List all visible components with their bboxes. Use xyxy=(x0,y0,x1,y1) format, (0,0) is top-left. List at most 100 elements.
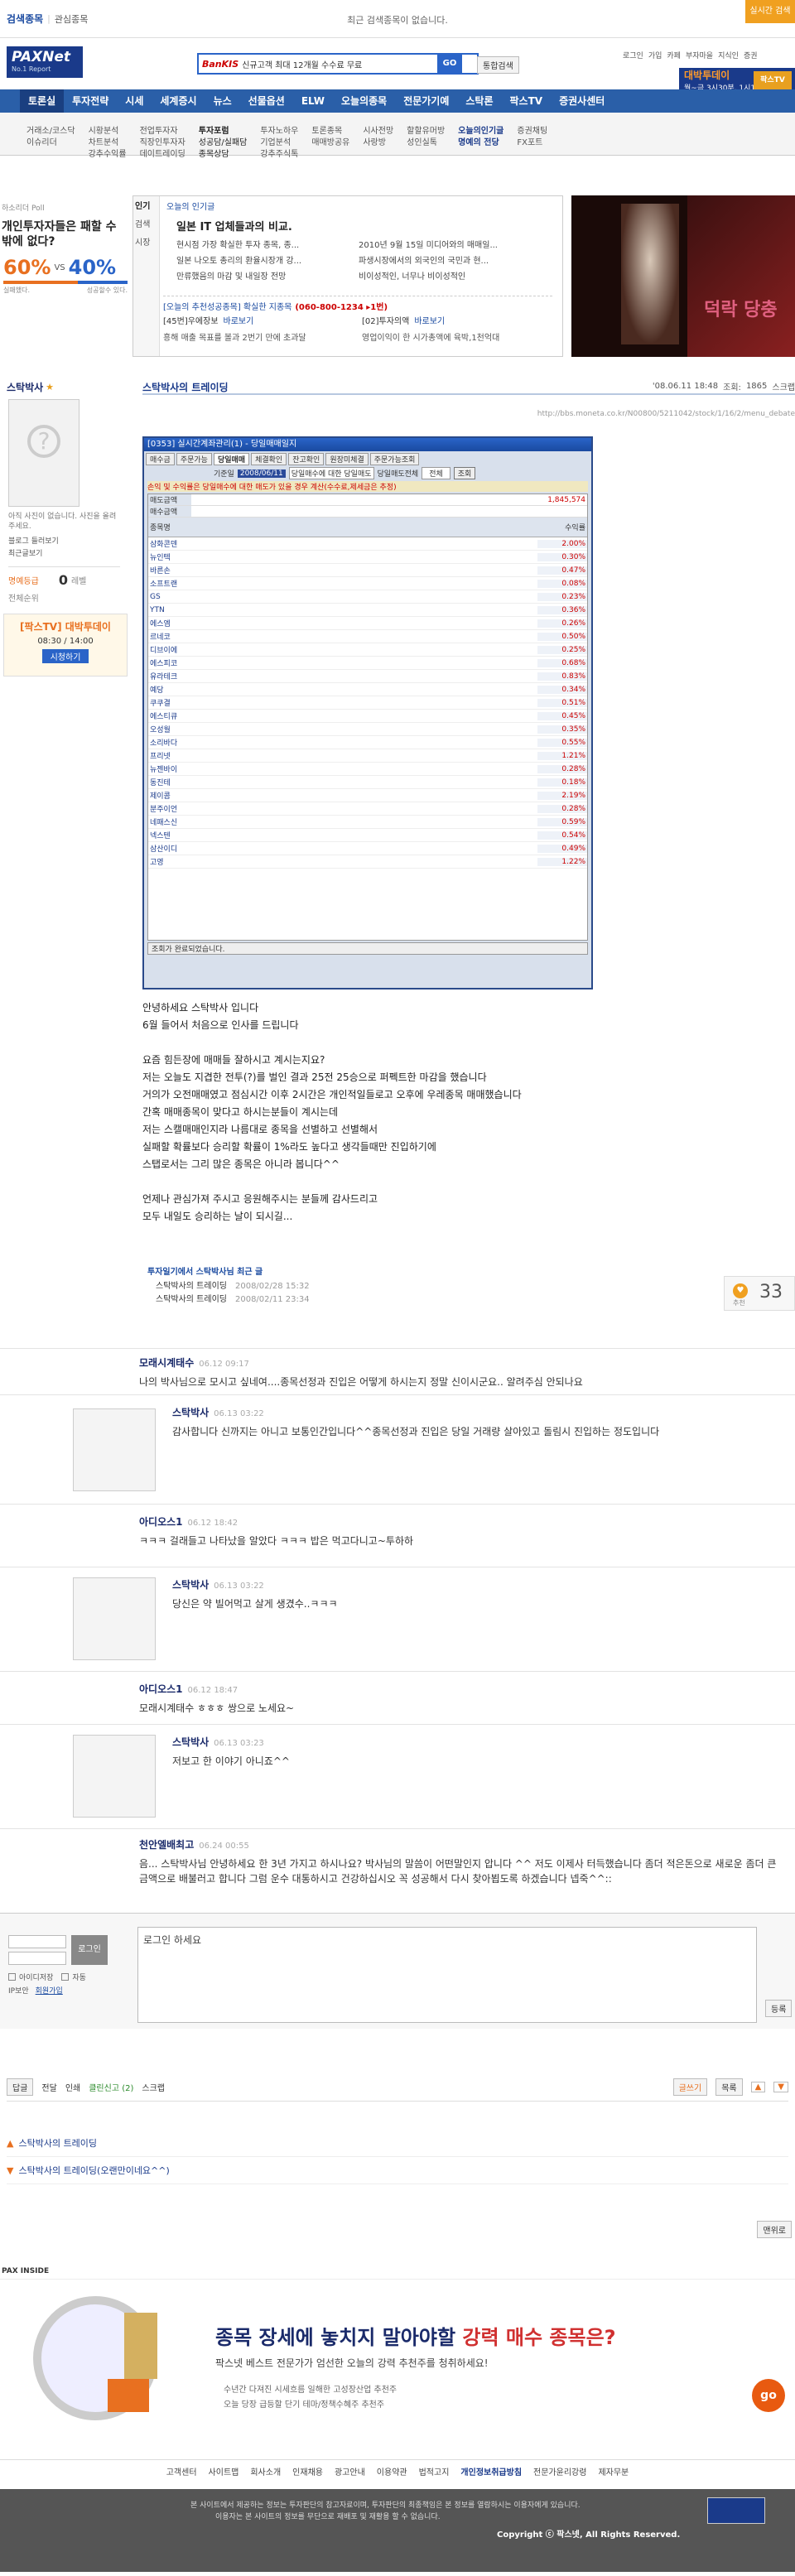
ad2-go-button[interactable]: go xyxy=(752,2379,785,2412)
comment-textarea[interactable]: 로그인 하세요 xyxy=(137,1927,757,2023)
print-link[interactable]: 인쇄 xyxy=(65,2081,80,2093)
arrow-up-icon[interactable]: ▲ xyxy=(750,2082,766,2092)
related-item[interactable]: ▲ 스탁박사의 트레이딩 xyxy=(7,2130,788,2157)
register-link[interactable]: 회원가입 xyxy=(36,1985,63,1996)
stock-row[interactable]: 쿠쿠결 0.51% xyxy=(148,696,587,710)
back-to-top-button[interactable]: 맨위로 xyxy=(757,2221,792,2238)
recommend-box[interactable]: ♥ 추천 33 xyxy=(724,1276,795,1311)
strong-buy-ad[interactable]: 종목 장세에 놓치지 말아야할 강력 매수 종목은? 팍스넷 베스트 전문가가 … xyxy=(0,2279,795,2436)
recent-item[interactable]: 스탁박사의 트레이딩 2008/02/11 23:34 xyxy=(156,1293,495,1307)
arrow-down-icon[interactable]: ▼ xyxy=(773,2082,788,2092)
report-link[interactable]: 클린신고 (2) xyxy=(89,2081,133,2093)
auto-checkbox[interactable] xyxy=(61,1973,70,1981)
reply-button[interactable]: 답글 xyxy=(7,2078,34,2096)
stock-row[interactable]: GS 0.23% xyxy=(148,590,587,604)
tab-unfilled[interactable]: 원장미체결 xyxy=(325,453,369,465)
stock-row[interactable]: 제이콤 2.19% xyxy=(148,789,587,802)
stock-row[interactable]: 바른손 0.47% xyxy=(148,564,587,577)
option-all-sell[interactable]: 당일매도전체 xyxy=(378,468,419,479)
nav-today-stock[interactable]: 오늘의종목 xyxy=(333,89,395,113)
stock-row[interactable]: 삼화콘덴 2.00% xyxy=(148,537,587,551)
tab-fill[interactable]: 체결확인 xyxy=(251,453,287,465)
search-go-button[interactable]: GO xyxy=(437,55,462,73)
comment-author[interactable]: 천안엘배최고 xyxy=(139,1839,194,1851)
comment-author[interactable]: 모래시계태수 xyxy=(139,1357,194,1369)
recent-item[interactable]: 스탁박사의 트레이딩 2008/02/28 15:32 xyxy=(156,1280,495,1293)
knowledge-link[interactable]: 지식인 xyxy=(718,50,739,60)
stock-row[interactable]: 에스엠 0.26% xyxy=(148,617,587,630)
nav-strategy[interactable]: 투자전략 xyxy=(64,89,117,113)
stock-row[interactable]: 예당 0.34% xyxy=(148,683,587,696)
poll-question[interactable]: 개인투자자들은 패할 수 밖에 없다? xyxy=(2,219,131,249)
news-item[interactable]: 현시점 가장 확실한 투자 종목, 종... xyxy=(176,238,359,250)
tab-orderable[interactable]: 주문가능 xyxy=(176,453,212,465)
tab-search[interactable]: 검색 xyxy=(135,216,157,234)
stock-row[interactable]: 넥스텐 0.54% xyxy=(148,829,587,842)
tab-balance[interactable]: 잔고확인 xyxy=(288,453,325,465)
submit-comment-button[interactable]: 등록 xyxy=(765,2000,793,2017)
stock-row[interactable]: 네패스신 0.59% xyxy=(148,816,587,829)
site-logo[interactable]: PAXNet No.1 Report xyxy=(7,46,83,78)
stock-row[interactable]: 프리넷 1.21% xyxy=(148,749,587,763)
pick1-button[interactable]: 바로보기 xyxy=(224,314,254,326)
stock-row[interactable]: 분주이언 0.28% xyxy=(148,802,587,816)
stock-row[interactable]: 소프트랜 0.08% xyxy=(148,577,587,590)
comment-author[interactable]: 스탁박사 xyxy=(172,1579,209,1591)
filter-select[interactable]: 전체 xyxy=(422,467,450,479)
search-banner[interactable]: BanKIS 신규고객 최대 12개월 수수료 무료 xyxy=(197,53,479,75)
comment-author[interactable]: 스탁박사 xyxy=(172,1407,209,1418)
login-id-input[interactable] xyxy=(8,1935,66,1948)
join-link[interactable]: 가입 xyxy=(648,50,662,60)
stock-row[interactable]: 동진테 0.18% xyxy=(148,776,587,789)
stock-row[interactable]: 에스티큐 0.45% xyxy=(148,710,587,723)
stock-row[interactable]: 뉴인텍 0.30% xyxy=(148,551,587,564)
forward-link[interactable]: 전달 xyxy=(41,2081,56,2093)
base-date-input[interactable]: 2008/06/11 xyxy=(237,469,286,478)
stock-row[interactable]: YTN 0.36% xyxy=(148,604,587,617)
author-name[interactable]: 스탁박사 xyxy=(7,380,43,394)
tv-badge[interactable]: 팍스TV xyxy=(754,71,792,89)
tv-side-ad[interactable]: [팍스TV] 대박투데이 08:30 / 14:00 시청하기 xyxy=(3,614,128,677)
nav-expert[interactable]: 전문가기예 xyxy=(395,89,457,113)
nav-debate[interactable]: 토론실 xyxy=(20,89,65,113)
stock-link[interactable]: 증권 xyxy=(744,50,758,60)
pick2-button[interactable]: 바로보기 xyxy=(414,314,445,326)
save-id-checkbox[interactable] xyxy=(8,1973,16,1981)
nav-stockloan[interactable]: 스탁론 xyxy=(457,89,501,113)
live-search-button[interactable]: 실시간 검색 xyxy=(745,0,795,23)
news-item[interactable]: 파생시장에서의 외국인의 국민과 현... xyxy=(359,253,541,266)
pick1-name[interactable]: [45번]우에장보 xyxy=(163,314,219,326)
integrated-search-button[interactable]: 통합검색 xyxy=(477,56,519,74)
post-url[interactable]: http://bbs.moneta.co.kr/N00800/5211042/s… xyxy=(537,410,795,418)
news-item[interactable]: 일본 나오토 총리의 환율시장개 강... xyxy=(176,253,359,266)
nav-broker[interactable]: 증권사센터 xyxy=(551,89,613,113)
comment-author[interactable]: 스탁박사 xyxy=(172,1736,209,1748)
tab-query[interactable]: 주문가능조회 xyxy=(369,453,420,465)
login-link[interactable]: 로그인 xyxy=(623,50,643,60)
option-same-day[interactable]: 당일매수에 대한 당일매도 xyxy=(288,467,374,479)
news-title[interactable]: 일본 IT 업체들과의 비교. xyxy=(176,218,292,234)
stock-row[interactable]: 에스피코 0.68% xyxy=(148,657,587,670)
rich-village-link[interactable]: 부자마을 xyxy=(686,50,713,60)
related-item[interactable]: ▼ 스탁박사의 트레이딩(오랜만이네요^^) xyxy=(7,2157,788,2184)
stock-row[interactable]: 르네코 0.50% xyxy=(148,630,587,643)
nav-paxtv[interactable]: 팍스TV xyxy=(502,89,552,113)
scrap-link[interactable]: 스크랩 xyxy=(142,2081,165,2093)
query-button[interactable]: 조회 xyxy=(453,467,476,479)
stock-row[interactable]: 소리바다 0.55% xyxy=(148,736,587,749)
stock-row[interactable]: 뉴젠바이 0.28% xyxy=(148,763,587,776)
recent-link[interactable]: 최근글보기 xyxy=(8,547,120,558)
login-pw-input[interactable] xyxy=(8,1952,66,1965)
tab-buy[interactable]: 매수금 xyxy=(146,453,175,465)
stock-row[interactable]: 삼산이디 0.49% xyxy=(148,842,587,855)
comment-author[interactable]: 아디오스1 xyxy=(139,1516,183,1528)
hot-title[interactable]: [오늘의 추천성공종목] 확실한 지종목 xyxy=(163,300,292,312)
write-button[interactable]: 글쓰기 xyxy=(672,2078,708,2096)
stock-row[interactable]: 고영 1.22% xyxy=(148,855,587,869)
nav-world[interactable]: 세계증시 xyxy=(152,89,205,113)
comment-author[interactable]: 아디오스1 xyxy=(139,1683,183,1695)
news-item[interactable]: 만류했음의 마감 및 내일장 전망 xyxy=(176,269,359,282)
cafe-link[interactable]: 카페 xyxy=(667,50,681,60)
news-item[interactable]: 2010년 9월 15일 미디어와의 매매일... xyxy=(359,238,541,250)
news-item[interactable]: 비이성적인, 너무나 비이성적인 xyxy=(359,269,541,282)
